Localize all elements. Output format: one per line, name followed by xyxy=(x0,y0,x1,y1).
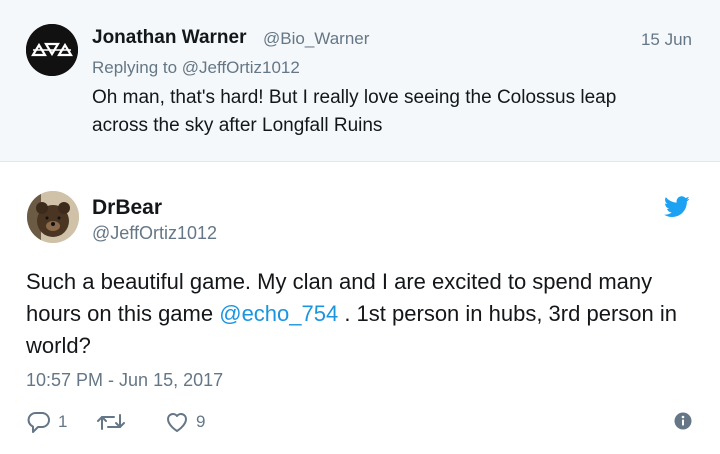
author-handle[interactable]: @Bio_Warner xyxy=(263,29,369,49)
tweet-text-line: Oh man, that's hard! But I really love s… xyxy=(92,87,617,108)
tweet-text: Such a beautiful game. My clan and I are… xyxy=(26,266,698,362)
tweet-text: Oh man, that's hard! But I really love s… xyxy=(92,84,692,140)
author-name[interactable]: Jonathan Warner xyxy=(92,27,247,49)
mention-link[interactable]: @echo_754 xyxy=(219,301,338,326)
like-button[interactable]: 9 xyxy=(164,408,205,436)
replying-to[interactable]: Replying to @JeffOrtiz1012 xyxy=(92,58,300,78)
info-icon[interactable] xyxy=(674,412,692,430)
retweet-button[interactable] xyxy=(96,408,132,436)
retweet-icon xyxy=(97,414,125,430)
heart-icon xyxy=(167,413,187,432)
like-count: 9 xyxy=(196,412,206,431)
tweet-timestamp[interactable]: 10:57 PM - Jun 15, 2017 xyxy=(26,370,223,391)
logo-icon xyxy=(26,24,78,76)
reply-button[interactable]: 1 xyxy=(26,408,67,436)
tweet-text-line: across the sky after Longfall Ruins xyxy=(92,115,383,136)
parent-tweet[interactable]: Jonathan Warner @Bio_Warner 15 Jun Reply… xyxy=(0,0,720,162)
author-handle[interactable]: @JeffOrtiz1012 xyxy=(92,223,217,244)
bear-avatar-image xyxy=(27,191,79,243)
reply-icon xyxy=(27,412,50,433)
reply-count: 1 xyxy=(58,412,68,431)
avatar[interactable] xyxy=(27,191,79,243)
avatar[interactable] xyxy=(26,24,78,76)
tweet-actions: 1 9 xyxy=(26,408,696,438)
author-name[interactable]: DrBear xyxy=(92,196,162,220)
tweet-date[interactable]: 15 Jun xyxy=(641,30,692,50)
twitter-bird-icon[interactable] xyxy=(664,196,690,218)
